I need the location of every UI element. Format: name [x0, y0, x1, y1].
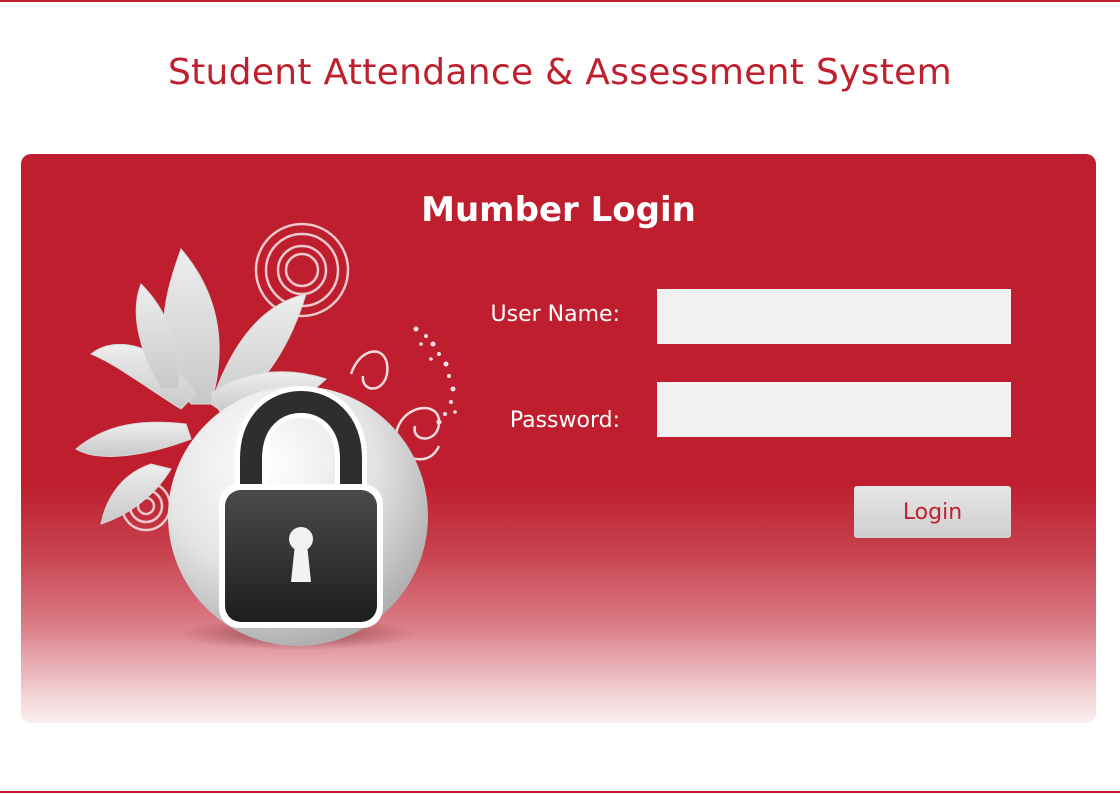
- password-label: Password:: [509, 408, 620, 433]
- app-title: Student Attendance & Assessment System: [167, 52, 952, 93]
- login-page: Student Attendance & Assessment System M…: [0, 0, 1120, 794]
- username-label: User Name:: [490, 302, 620, 327]
- password-input[interactable]: [657, 382, 1011, 437]
- lock-illustration: [75, 222, 457, 650]
- username-input[interactable]: [657, 289, 1011, 344]
- top-divider: [0, 0, 1120, 2]
- login-panel: Mumber Login User Name: Password: Login: [21, 154, 1096, 723]
- bottom-divider: [0, 791, 1120, 793]
- login-button[interactable]: Login: [854, 486, 1011, 538]
